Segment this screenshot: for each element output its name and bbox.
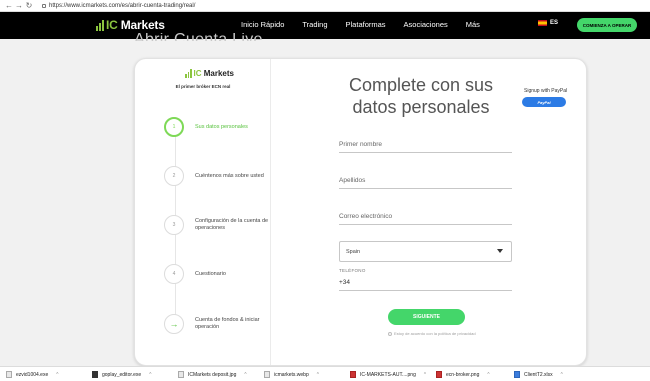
browser-toolbar: ← → ↻ https://www.icmarkets.com/es/abrir… bbox=[0, 0, 650, 12]
step-number: 3 bbox=[164, 215, 184, 235]
menu-item-inicio-rapido[interactable]: Inicio Rápido bbox=[241, 20, 284, 30]
spreadsheet-file-icon bbox=[514, 371, 520, 378]
step-4[interactable]: 4 Cuestionario bbox=[164, 264, 275, 284]
reload-icon[interactable]: ↻ bbox=[24, 0, 34, 12]
form-area: Complete con sus datos personales Signup… bbox=[271, 59, 588, 365]
card-logo: IC Markets bbox=[185, 69, 234, 78]
download-name: ezvid1004.exe bbox=[16, 371, 49, 378]
step-2[interactable]: 2 Cuéntenos más sobre usted bbox=[164, 166, 275, 186]
download-name: goplay_editor.exe bbox=[102, 371, 142, 378]
chevron-up-icon[interactable]: ⌃ bbox=[486, 372, 490, 378]
menu-item-trading[interactable]: Trading bbox=[302, 20, 327, 30]
phone-field[interactable]: +34 bbox=[339, 279, 512, 291]
country-select[interactable]: Spain bbox=[339, 241, 512, 262]
downloads-bar: ezvid1004.exe ⌃ goplay_editor.exe ⌃ ICMa… bbox=[0, 366, 650, 381]
privacy-consent[interactable]: Estoy de acuerdo con la política de priv… bbox=[388, 331, 476, 336]
file-icon bbox=[6, 371, 12, 378]
step-3[interactable]: 3 Configuración de la cuenta de operacio… bbox=[164, 215, 275, 235]
chevron-down-icon bbox=[497, 249, 503, 253]
last-name-field[interactable]: Apellidos bbox=[339, 177, 512, 189]
signup-card: IC Markets El primer bróker ECN real 1 S… bbox=[134, 58, 587, 366]
site-logo[interactable]: IC Markets bbox=[96, 18, 165, 32]
paypal-button[interactable]: PayPal bbox=[522, 97, 566, 107]
phone-label: TELÉFONO bbox=[339, 268, 366, 273]
image-file-icon bbox=[350, 371, 356, 378]
download-item[interactable]: ecn-broker.png ⌃ bbox=[436, 371, 491, 378]
menu-item-plataformas[interactable]: Plataformas bbox=[346, 20, 386, 30]
step-number: 1 bbox=[164, 117, 184, 137]
step-number: 2 bbox=[164, 166, 184, 186]
main-menu: Inicio Rápido Trading Plataformas Asocia… bbox=[241, 20, 480, 30]
chevron-up-icon[interactable]: ⌃ bbox=[148, 372, 152, 378]
step-label: Cuestionario bbox=[195, 270, 226, 277]
chevron-up-icon[interactable]: ⌃ bbox=[316, 372, 320, 378]
download-name: IC-MARKETS-AUT....png bbox=[360, 371, 416, 378]
chevron-up-icon[interactable]: ⌃ bbox=[560, 372, 564, 378]
download-name: ICMarkets deposit.jpg bbox=[188, 371, 237, 378]
logo-bars-icon bbox=[185, 69, 192, 78]
privacy-text: Estoy de acuerdo con la política de priv… bbox=[394, 331, 476, 336]
download-name: icmarkets.webp bbox=[274, 371, 309, 378]
download-item[interactable]: ezvid1004.exe ⌃ bbox=[6, 371, 59, 378]
download-item[interactable]: ClientT2.xlsx ⌃ bbox=[514, 371, 564, 378]
radio-icon bbox=[388, 331, 392, 336]
steps-sidebar: IC Markets El primer bróker ECN real 1 S… bbox=[135, 59, 271, 365]
paypal-signup-label: Signup with PayPal bbox=[524, 88, 568, 94]
language-code: ES bbox=[550, 20, 559, 26]
address-bar[interactable]: https://www.icmarkets.com/es/abrir-cuent… bbox=[42, 3, 195, 9]
download-item[interactable]: icmarkets.webp ⌃ bbox=[264, 371, 320, 378]
spain-flag-icon bbox=[538, 20, 547, 26]
step-number: 4 bbox=[164, 264, 184, 284]
lock-icon bbox=[42, 3, 46, 8]
site-header: IC Markets Inicio Rápido Trading Platafo… bbox=[0, 12, 650, 39]
tagline: El primer bróker ECN real bbox=[175, 84, 231, 89]
step-5[interactable]: → Cuenta de fondos & iniciar operación bbox=[164, 314, 275, 334]
next-button[interactable]: SIGUIENTE bbox=[388, 309, 465, 325]
file-icon bbox=[92, 371, 98, 378]
step-label: Cuenta de fondos & iniciar operación bbox=[195, 317, 260, 330]
chevron-up-icon[interactable]: ⌃ bbox=[55, 372, 59, 378]
chevron-up-icon[interactable]: ⌃ bbox=[243, 372, 247, 378]
logo-bars-icon bbox=[96, 19, 104, 31]
download-name: ClientT2.xlsx bbox=[524, 371, 553, 378]
country-value: Spain bbox=[346, 248, 361, 255]
step-label: Configuración de la cuenta de operacione… bbox=[195, 218, 269, 231]
logo-text: IC Markets bbox=[106, 18, 165, 32]
email-field[interactable]: Correo electrónico bbox=[339, 213, 512, 225]
download-name: ecn-broker.png bbox=[446, 371, 480, 378]
forward-arrow-icon[interactable]: → bbox=[14, 0, 24, 12]
form-heading: Complete con sus datos personales bbox=[348, 75, 494, 117]
back-arrow-icon[interactable]: ← bbox=[4, 0, 14, 12]
language-selector[interactable]: ES bbox=[538, 20, 558, 26]
first-name-field[interactable]: Primer nombre bbox=[339, 141, 512, 153]
url-text: https://www.icmarkets.com/es/abrir-cuent… bbox=[49, 2, 196, 9]
start-trading-button[interactable]: COMIENZA A OPERAR bbox=[577, 18, 637, 32]
page-title-behind: Abrir Cuenta Live bbox=[134, 33, 263, 41]
step-label: Sus datos personales bbox=[195, 123, 248, 130]
menu-item-mas[interactable]: Más bbox=[466, 20, 480, 30]
card-logo-text: IC Markets bbox=[193, 69, 234, 78]
menu-item-asociaciones[interactable]: Asociaciones bbox=[404, 20, 448, 30]
download-item[interactable]: IC-MARKETS-AUT....png ⌃ bbox=[350, 371, 427, 378]
download-item[interactable]: ICMarkets deposit.jpg ⌃ bbox=[178, 371, 248, 378]
image-file-icon bbox=[178, 371, 184, 378]
image-file-icon bbox=[264, 371, 270, 378]
step-1[interactable]: 1 Sus datos personales bbox=[164, 117, 275, 137]
image-file-icon bbox=[436, 371, 442, 378]
arrow-right-icon: → bbox=[164, 314, 184, 334]
step-label: Cuéntenos más sobre usted bbox=[195, 172, 264, 179]
chevron-up-icon[interactable]: ⌃ bbox=[423, 372, 427, 378]
download-item[interactable]: goplay_editor.exe ⌃ bbox=[92, 371, 152, 378]
